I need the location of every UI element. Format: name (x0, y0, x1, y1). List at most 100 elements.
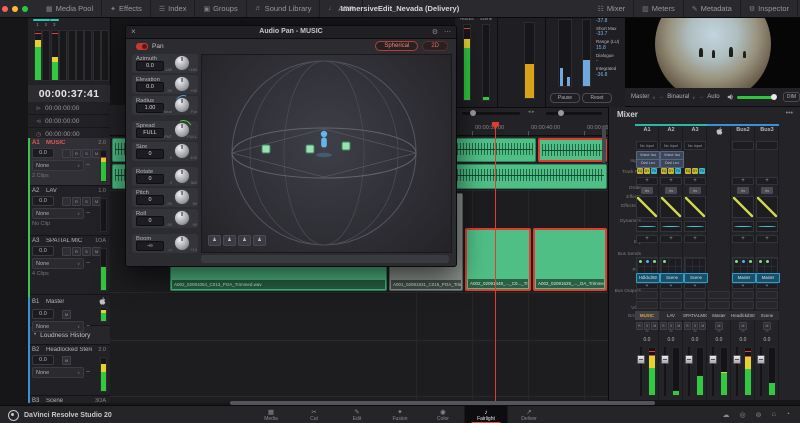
dynamics-cell[interactable] (684, 196, 706, 218)
track-input-select[interactable]: None ∨ (32, 321, 84, 332)
track-gain-value[interactable]: 0.0 (32, 196, 54, 206)
close-window-icon[interactable] (2, 5, 8, 12)
pan-mode-spherical[interactable]: Spherical (375, 41, 419, 51)
track-input-select[interactable]: None ∨ (32, 160, 84, 171)
order-chip[interactable]: DY (692, 168, 698, 174)
effects-in-button[interactable]: In (665, 187, 677, 194)
mixer-strip-a3[interactable]: A3 No Input EQ DY FX + In + Scene + SPATIALMIC R S M ~… (683, 124, 708, 400)
speaker-object-right[interactable] (341, 141, 351, 151)
strip-name[interactable]: SPATIALMIC (683, 311, 707, 320)
person-view-button[interactable]: ♟ (253, 235, 266, 246)
bus-output-add-button[interactable]: + (756, 283, 778, 289)
vca-cell[interactable] (732, 291, 754, 299)
zoom-window-icon[interactable] (22, 5, 28, 12)
vca-cell[interactable] (660, 291, 682, 299)
automation-icon[interactable]: ~ (86, 210, 90, 217)
dynamics-cell[interactable] (660, 196, 682, 218)
toolbar-button-effects[interactable]: ✦ Effects (102, 0, 151, 17)
bus-output-add-button[interactable]: + (660, 283, 682, 289)
strip-input-select[interactable] (732, 141, 754, 150)
knob-value[interactable]: 0 (136, 174, 164, 184)
toolbar-button-sound-library[interactable]: ♬ Sound Library (247, 0, 321, 17)
toolbar-button-mixer[interactable]: ☷ Mixer (590, 0, 635, 17)
knob-dial[interactable] (174, 168, 190, 184)
group-cell[interactable] (732, 301, 754, 309)
strip-name[interactable]: HeadlckdStr (731, 311, 755, 320)
track-lock-button[interactable] (62, 148, 71, 158)
strip-name[interactable]: MUSIC (635, 311, 659, 320)
remote-monitor-icon[interactable]: ◎ (740, 411, 746, 419)
cloud-icon[interactable]: ☁ (723, 411, 730, 419)
strip-gain-value[interactable]: 0.0 (660, 337, 682, 343)
audio-clip[interactable]: A002_02091448_..._C0..._Trimmed.wav (465, 228, 531, 291)
track-fx-chip[interactable]: Dial Lev (636, 159, 660, 168)
bus-output-chip[interactable]: Scene (660, 273, 684, 283)
strip-input-select[interactable]: No Input (684, 141, 706, 150)
strip-input-select[interactable]: No Input (660, 141, 682, 150)
page-tab-cut[interactable]: ✂ Cut (293, 406, 336, 423)
pause-button[interactable]: Pause (550, 93, 580, 103)
order-chip[interactable]: EQ (685, 168, 691, 174)
strip-gain-value[interactable]: 0.0 (756, 337, 778, 343)
effects-in-button[interactable]: In (641, 187, 653, 194)
mixer-strip-a1[interactable]: A1 No Input Voice Iso Dial Lev EQ DY FX + In + Hdl… (635, 124, 660, 400)
knob-value[interactable]: -∞ (136, 241, 164, 251)
strip-input-select[interactable] (756, 141, 778, 150)
strip-gain-value[interactable]: 0.0 (732, 337, 754, 343)
automation-icon[interactable]: ~ (86, 323, 90, 330)
track-header-a1[interactable]: A1 MUSIC 2.0 0.0 R S M None ∨ ~2 Clips (28, 138, 110, 186)
mixer-options-icon[interactable]: ••• (786, 110, 793, 117)
track-R-button[interactable]: R (72, 246, 81, 256)
home-icon[interactable]: ⌂ (772, 411, 776, 419)
bus-output-add-button[interactable]: + (684, 283, 706, 289)
pan-mode-2d[interactable]: 2D (422, 41, 448, 51)
bus-output-chip[interactable]: Scene (684, 273, 708, 283)
knob-dial[interactable] (174, 189, 190, 205)
pan-toggle[interactable]: Pan (136, 43, 164, 50)
bus-send-add-button[interactable]: + (732, 235, 754, 243)
dynamics-cell[interactable] (732, 196, 754, 218)
track-M-button[interactable]: M (62, 355, 71, 365)
bus-output-add-button[interactable]: + (636, 283, 658, 289)
track-header-a2[interactable]: A2 LAV 1.0 0.0 R S M None ∨ ~ No Clip (28, 186, 110, 236)
track-header-b3[interactable]: B3 Scene 3OA (28, 396, 110, 403)
fader-knob[interactable] (661, 355, 669, 364)
knob-dial[interactable] (174, 143, 190, 159)
bus-send-add-button[interactable]: + (756, 235, 778, 243)
speaker-icon[interactable] (727, 93, 734, 101)
automation-icon[interactable]: ~ (86, 162, 90, 169)
timeline-vertical-scrollbar[interactable] (602, 125, 606, 163)
track-S-button[interactable]: S (82, 196, 91, 206)
vca-cell[interactable] (684, 291, 706, 299)
page-tab-color[interactable]: ◉ Color (422, 406, 465, 423)
strip-name[interactable]: Master (707, 311, 731, 320)
track-R-button[interactable]: R (72, 148, 81, 158)
eq-cell[interactable] (636, 221, 658, 232)
order-chip[interactable]: EQ (637, 168, 643, 174)
listener-figure[interactable] (320, 130, 328, 148)
knob-dial[interactable] (174, 76, 190, 92)
strip-input-select[interactable]: No Input (636, 141, 658, 150)
gear-icon[interactable]: ⚙ (432, 28, 438, 36)
track-header-b2[interactable]: B2 Headlocked Stereo 2.0 0.0 M None ∨ ~ (28, 345, 110, 396)
toolbar-button-inspector[interactable]: ⚙ Inspector (741, 0, 798, 17)
page-tab-fusion[interactable]: ✦ Fusion (379, 406, 422, 423)
track-R-button[interactable]: R (72, 196, 81, 206)
strip-automation-icon[interactable]: ~ (708, 329, 730, 335)
track-gain-value[interactable]: 0.0 (32, 309, 54, 319)
track-input-select[interactable]: None ∨ (32, 258, 84, 269)
fader-knob[interactable] (757, 355, 765, 364)
track-header-b1[interactable]: B1 Master 0.0 M None ∨ ~ (28, 295, 110, 332)
dim-button[interactable]: DIM (782, 92, 800, 102)
knob-dial[interactable] (174, 97, 190, 113)
eq-cell[interactable] (732, 221, 754, 232)
minimize-window-icon[interactable] (12, 5, 18, 12)
strip-automation-icon[interactable]: ~ (756, 329, 778, 335)
effects-add-button[interactable]: + (756, 177, 778, 185)
knob-value[interactable]: 1.00 (136, 103, 164, 113)
track-lock-button[interactable] (62, 196, 71, 206)
order-chip[interactable]: FX (699, 168, 705, 174)
volume-knob[interactable] (771, 94, 777, 100)
track-gain-value[interactable]: 0.0 (32, 148, 54, 158)
page-tab-fairlight[interactable]: ♪ Fairlight (464, 406, 508, 423)
